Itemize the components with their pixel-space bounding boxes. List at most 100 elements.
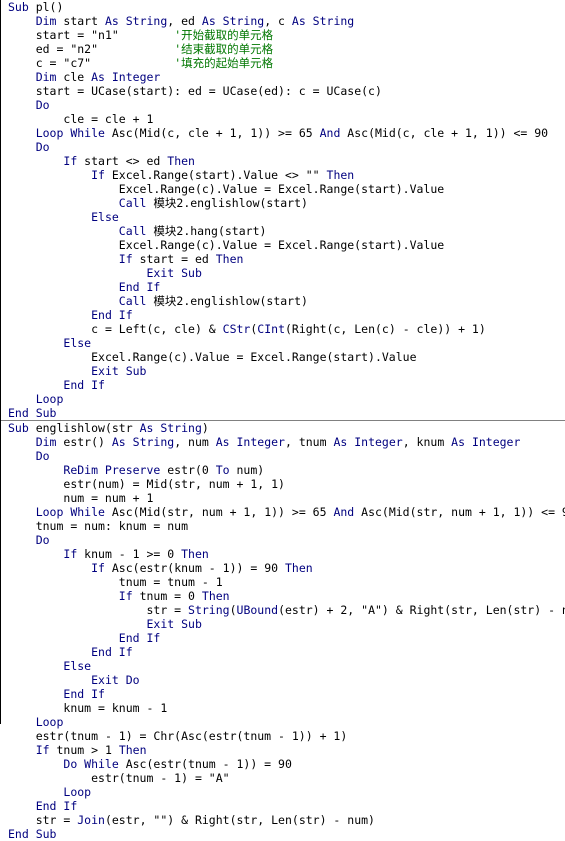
keyword-token: Else bbox=[91, 210, 119, 224]
keyword-token: CStr bbox=[222, 322, 251, 336]
code-line[interactable]: Excel.Range(c).Value = Excel.Range(start… bbox=[8, 350, 565, 364]
code-line[interactable]: c = Left(c, cle) & CStr(CInt(Right(c, Le… bbox=[8, 322, 565, 336]
code-line[interactable]: Excel.Range(c).Value = Excel.Range(start… bbox=[8, 182, 565, 196]
code-token: Excel.Range(c).Value = Excel.Range(start… bbox=[91, 350, 417, 364]
code-line[interactable]: c = "c7" '填充的起始单元格 bbox=[8, 56, 565, 70]
code-line[interactable]: start = UCase(start): ed = UCase(ed): c … bbox=[8, 84, 565, 98]
code-line[interactable]: Dim start As String, ed As String, c As … bbox=[8, 14, 565, 28]
keyword-token: As Integer bbox=[333, 435, 403, 449]
code-line[interactable]: Loop While Asc(Mid(str, num + 1, 1)) >= … bbox=[8, 505, 565, 519]
code-line[interactable]: If Asc(estr(knum - 1)) = 90 Then bbox=[8, 561, 565, 575]
code-token: Excel.Range(start).Value <> "" bbox=[104, 168, 327, 182]
code-line[interactable]: cle = cle + 1 bbox=[8, 112, 565, 126]
code-line[interactable]: estr(tnum - 1) = Chr(Asc(estr(tnum - 1))… bbox=[8, 729, 565, 743]
code-line[interactable]: tnum = tnum - 1 bbox=[8, 575, 565, 589]
keyword-token: Else bbox=[63, 659, 92, 673]
code-line[interactable]: If tnum = 0 Then bbox=[8, 589, 565, 603]
code-line[interactable]: Dim estr() As String, num As Integer, tn… bbox=[8, 435, 565, 449]
keyword-token: End Sub bbox=[8, 827, 57, 841]
code-line[interactable]: End If bbox=[8, 631, 565, 645]
keyword-token: CInt bbox=[257, 322, 285, 336]
keyword-token: Then bbox=[284, 561, 313, 575]
code-line[interactable]: Excel.Range(c).Value = Excel.Range(start… bbox=[8, 238, 565, 252]
keyword-token: Else bbox=[63, 336, 92, 350]
code-line[interactable]: Do bbox=[8, 98, 565, 112]
code-line[interactable]: If knum - 1 >= 0 Then bbox=[8, 547, 565, 561]
code-token: cle = cle + 1 bbox=[63, 112, 154, 126]
code-token: , knum bbox=[402, 435, 452, 449]
code-token: Excel.Range(c).Value = Excel.Range(start… bbox=[118, 182, 445, 196]
code-line[interactable]: Else bbox=[8, 659, 565, 673]
code-line[interactable]: Else bbox=[8, 210, 565, 224]
code-line[interactable]: tnum = num: knum = num bbox=[8, 519, 565, 533]
code-line[interactable]: If tnum > 1 Then bbox=[8, 743, 565, 757]
keyword-token: Dim bbox=[35, 435, 57, 449]
keyword-token: If bbox=[91, 168, 105, 182]
code-line[interactable]: Do bbox=[8, 449, 565, 463]
code-line[interactable]: Sub englishlow(str As String) bbox=[8, 421, 565, 435]
code-editor-pane[interactable]: Sub pl() Dim start As String, ed As Stri… bbox=[0, 0, 565, 841]
code-token: , c bbox=[264, 14, 292, 28]
code-line[interactable]: If start = ed Then bbox=[8, 252, 565, 266]
code-line[interactable]: If Excel.Range(start).Value <> "" Then bbox=[8, 168, 565, 182]
code-token: start = "n1" bbox=[35, 28, 175, 42]
code-line[interactable]: Do bbox=[8, 533, 565, 547]
code-line[interactable]: ed = "n2" '结束截取的单元格 bbox=[8, 42, 565, 56]
code-line[interactable]: Loop While Asc(Mid(c, cle + 1, 1)) >= 65… bbox=[8, 126, 565, 140]
code-line[interactable]: str = String(UBound(estr) + 2, "A") & Ri… bbox=[8, 603, 565, 617]
code-token: estr(num) = Mid(str, num + 1, 1) bbox=[63, 477, 285, 491]
code-line[interactable]: ReDim Preserve estr(0 To num) bbox=[8, 463, 565, 477]
keyword-token: ReDim Preserve bbox=[63, 463, 161, 477]
code-line[interactable]: End If bbox=[8, 280, 565, 294]
code-line[interactable]: Dim cle As Integer bbox=[8, 70, 565, 84]
code-line[interactable]: Exit Sub bbox=[8, 266, 565, 280]
keyword-token: Do bbox=[35, 140, 50, 154]
code-line[interactable]: num = num + 1 bbox=[8, 491, 565, 505]
keyword-token: As Integer bbox=[451, 435, 521, 449]
code-line[interactable]: str = Join(estr, "") & Right(str, Len(st… bbox=[8, 813, 565, 827]
code-line[interactable]: Call 模块2.englishlow(start) bbox=[8, 196, 565, 210]
keyword-token: And bbox=[319, 126, 341, 140]
code-line[interactable]: End If bbox=[8, 378, 565, 392]
code-line[interactable]: estr(tnum - 1) = "A" bbox=[8, 771, 565, 785]
code-token: estr() bbox=[56, 435, 112, 449]
code-line[interactable]: Sub pl() bbox=[8, 0, 565, 14]
code-token: 模块2.englishlow(start) bbox=[146, 196, 308, 210]
code-line[interactable]: Do bbox=[8, 140, 565, 154]
keyword-token: To bbox=[215, 463, 230, 477]
code-line[interactable]: Exit Sub bbox=[8, 364, 565, 378]
code-line[interactable]: start = "n1" '开始截取的单元格 bbox=[8, 28, 565, 42]
code-line[interactable]: If start <> ed Then bbox=[8, 154, 565, 168]
keyword-token: As String bbox=[111, 435, 175, 449]
code-line[interactable]: Do While Asc(estr(tnum - 1)) = 90 bbox=[8, 757, 565, 771]
code-token: start = UCase(start): ed = UCase(ed): c … bbox=[35, 84, 382, 98]
code-line[interactable]: Loop bbox=[8, 392, 565, 406]
code-line[interactable]: Loop bbox=[8, 785, 565, 799]
code-listing[interactable]: Sub pl() Dim start As String, ed As Stri… bbox=[1, 0, 565, 841]
code-line[interactable]: Loop bbox=[8, 715, 565, 729]
keyword-token: End If bbox=[91, 645, 133, 659]
keyword-token: Exit Sub bbox=[146, 266, 202, 280]
code-token: knum - 1 >= 0 bbox=[77, 547, 182, 561]
code-line[interactable]: End Sub bbox=[8, 827, 565, 841]
keyword-token: If bbox=[35, 743, 50, 757]
code-token: (estr) + 2, "A") & Right(str, Len(str) -… bbox=[278, 603, 565, 617]
code-line[interactable]: Call 模块2.hang(start) bbox=[8, 224, 565, 238]
code-line[interactable]: End If bbox=[8, 308, 565, 322]
code-line[interactable]: Exit Sub bbox=[8, 617, 565, 631]
code-line[interactable]: Exit Do bbox=[8, 673, 565, 687]
keyword-token: End If bbox=[35, 799, 78, 813]
keyword-token: As String bbox=[201, 14, 265, 28]
keyword-token: Do bbox=[35, 98, 50, 112]
code-line[interactable]: Else bbox=[8, 336, 565, 350]
code-line[interactable]: End If bbox=[8, 645, 565, 659]
code-line[interactable]: estr(num) = Mid(str, num + 1, 1) bbox=[8, 477, 565, 491]
keyword-token: Do bbox=[35, 449, 50, 463]
code-token: tnum > 1 bbox=[49, 743, 119, 757]
code-line[interactable]: knum = knum - 1 bbox=[8, 701, 565, 715]
code-line[interactable]: End If bbox=[8, 799, 565, 813]
keyword-token: Then bbox=[167, 154, 195, 168]
code-line[interactable]: End Sub bbox=[8, 406, 565, 420]
code-line[interactable]: Call 模块2.englishlow(start) bbox=[8, 294, 565, 308]
code-line[interactable]: End If bbox=[8, 687, 565, 701]
